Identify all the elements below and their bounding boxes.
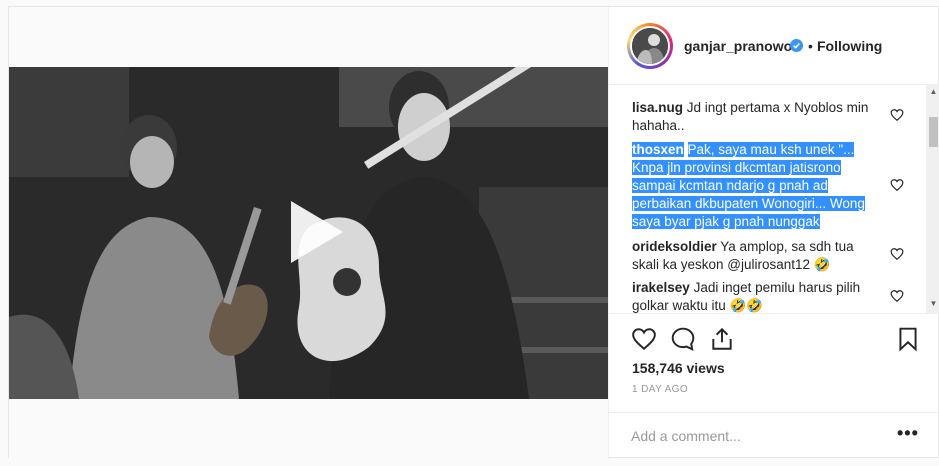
comment-text: Jadi inget pemilu harus pilih	[693, 280, 861, 295]
bookmark-icon[interactable]	[895, 326, 921, 352]
comment-input[interactable]: Add a comment...	[631, 428, 881, 444]
avatar[interactable]	[630, 26, 670, 66]
verified-badge-icon	[790, 39, 803, 52]
view-count[interactable]: 158,746 views	[632, 360, 725, 376]
comment-item: irakelsey Jadi inget pemilu harus pilih …	[632, 279, 902, 313]
comment-bubble-icon[interactable]	[670, 326, 696, 352]
comments-scrollbar[interactable]: ▲ ▼	[926, 85, 939, 313]
comment-text: hahaha..	[632, 118, 685, 133]
add-comment-bar: Add a comment... •••	[609, 412, 939, 460]
comment-like-icon[interactable]	[890, 108, 904, 122]
post-header: ganjar_pranowo • Following	[609, 7, 939, 85]
scroll-thumb[interactable]	[929, 117, 938, 147]
comment-list: lisa.nug Jd ingt pertama x Nyoblos min h…	[609, 85, 939, 313]
post-username[interactable]: ganjar_pranowo	[684, 38, 792, 54]
post-card: ganjar_pranowo • Following lisa.nug Jd i…	[8, 6, 939, 459]
comment-text: golkar waktu itu 🤣🤣	[632, 298, 764, 313]
header-separator: •	[808, 38, 813, 54]
post-sidebar: ganjar_pranowo • Following lisa.nug Jd i…	[608, 7, 939, 459]
scroll-up-icon[interactable]: ▲	[929, 87, 938, 97]
comment-like-icon[interactable]	[890, 178, 904, 192]
comment-text: saya byar pjak g pnah nunggak	[632, 214, 820, 229]
avatar-story-ring[interactable]	[627, 23, 673, 69]
comment-username[interactable]: orideksoldier	[632, 239, 717, 254]
following-button[interactable]: Following	[817, 38, 882, 54]
avatar-image	[632, 28, 668, 64]
post-timestamp[interactable]: 1 DAY AGO	[632, 384, 688, 395]
comment-text: skali ka yeskon @julirosant12 🤣	[632, 257, 831, 272]
video-player[interactable]	[9, 67, 608, 399]
comment-username[interactable]: lisa.nug	[632, 100, 683, 115]
comment-item: thosxen Pak, saya mau ksh unek "... Knpa…	[632, 141, 902, 231]
comment-like-icon[interactable]	[890, 247, 904, 261]
comment-username[interactable]: irakelsey	[632, 280, 690, 295]
comment-username[interactable]: thosxen	[632, 142, 684, 157]
comment-text: Ya amplop, sa sdh tua	[720, 239, 854, 254]
comment-like-icon[interactable]	[890, 289, 904, 303]
comment-text: Jd ingt pertama x Nyoblos min	[686, 100, 869, 115]
scroll-down-icon[interactable]: ▼	[929, 299, 938, 309]
post-actions: 158,746 views 1 DAY AGO Add a comment...…	[609, 313, 939, 459]
comment-text: perbaikan dkbupaten Wonogiri... Wong	[632, 196, 865, 211]
comment-item: orideksoldier Ya amplop, sa sdh tua skal…	[632, 238, 902, 274]
comment-text: Knpa jln provinsi dkcmtan jatisrono	[632, 160, 841, 175]
play-icon[interactable]	[279, 197, 349, 267]
share-icon[interactable]	[709, 326, 735, 352]
comment-text: sampai kcmtan ndarjo g pnah ad	[632, 178, 828, 193]
heart-icon[interactable]	[631, 326, 657, 352]
comment-item: lisa.nug Jd ingt pertama x Nyoblos min h…	[632, 99, 902, 135]
comment-text: Pak, saya mau ksh unek "...	[687, 142, 855, 157]
more-options-button[interactable]: •••	[897, 423, 919, 444]
media-panel	[9, 7, 608, 459]
